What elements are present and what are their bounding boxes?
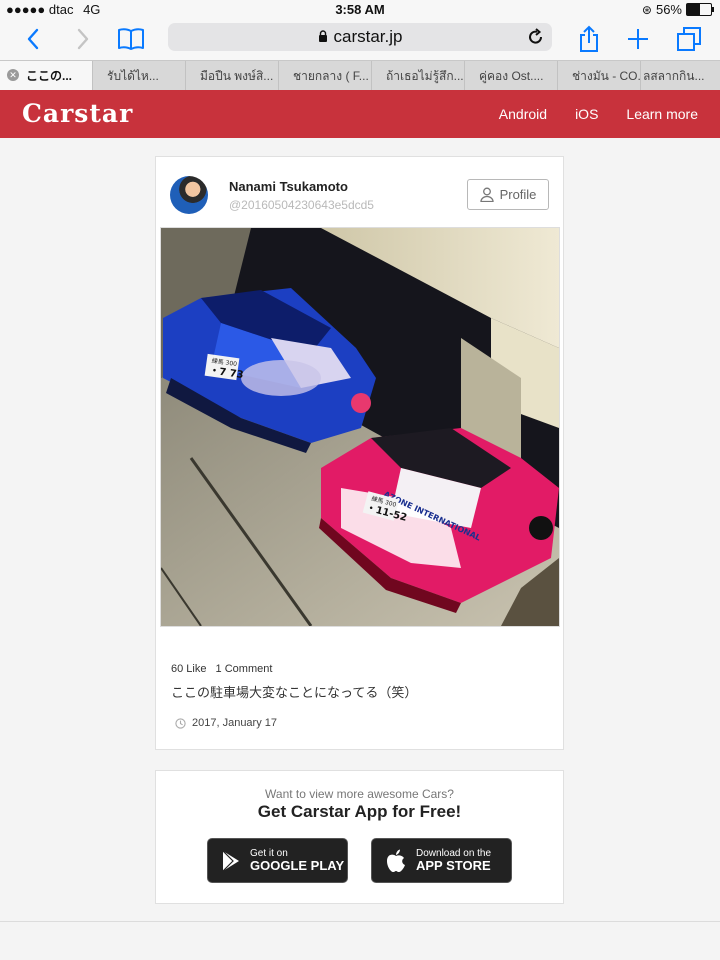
- tab-item[interactable]: มือปืน พงษ์สิ...: [185, 61, 278, 91]
- tab-label: ถ้าเธอไม่รู้สึก...: [386, 69, 464, 83]
- tabs-icon: [677, 27, 701, 51]
- tabs-button[interactable]: [676, 24, 702, 54]
- post-card: Nanami Tsukamoto @20160504230643e5dcd5 P…: [155, 156, 564, 750]
- battery-fill: [687, 4, 701, 15]
- lock-icon: [318, 29, 328, 45]
- post-caption: ここの駐車場大変なことになってる（笑）: [171, 685, 418, 700]
- app-store-label: APP STORE: [416, 857, 491, 873]
- url-text: carstar.jp: [333, 27, 403, 46]
- tab-label: มือปืน พงษ์สิ...: [200, 69, 274, 83]
- nav-link-ios[interactable]: iOS: [575, 106, 598, 122]
- close-tab-icon[interactable]: ✕: [7, 69, 19, 81]
- app-promo: Want to view more awesome Cars? Get Cars…: [155, 770, 564, 904]
- bookmarks-button[interactable]: [116, 24, 146, 54]
- orientation-lock-icon: ⊛: [641, 2, 652, 17]
- post-date: 2017, January 17: [192, 717, 278, 729]
- forward-arrow-icon: [77, 28, 89, 50]
- tab-item[interactable]: ลสลากกิน...: [640, 61, 720, 91]
- profile-button-label: Profile: [499, 187, 537, 202]
- tab-label: ชายกลาง ( F...: [293, 69, 369, 83]
- profile-button[interactable]: Profile: [467, 179, 549, 210]
- google-play-button[interactable]: Get it on GOOGLE PLAY: [207, 838, 348, 883]
- promo-title: Get Carstar App for Free!: [257, 802, 462, 821]
- share-icon: [580, 25, 598, 52]
- post-photo[interactable]: 練馬 300 ・7 73 AZONE INTERNATIONAL 練馬 300 …: [160, 227, 560, 627]
- nav-link-learn-more[interactable]: Learn more: [626, 106, 698, 122]
- site-header: Carstar Android iOS Learn more: [0, 90, 720, 138]
- forward-button[interactable]: [72, 24, 94, 54]
- battery-percent: 56%: [655, 2, 682, 17]
- reload-icon: [529, 28, 543, 44]
- tab-item[interactable]: ช่างมัน - CO...: [557, 61, 640, 91]
- tab-label: รับได้ไห...: [107, 69, 159, 83]
- nav-link-android[interactable]: Android: [499, 106, 547, 122]
- post-date-row: 2017, January 17: [175, 717, 277, 729]
- tab-item[interactable]: คู่คอง Ost....: [464, 61, 557, 91]
- tab-item[interactable]: รับได้ไห...: [92, 61, 185, 91]
- post-stats: 60 Like 1 Comment: [171, 663, 278, 675]
- clock-icon: [175, 717, 186, 729]
- photo-illustration: 練馬 300 ・7 73 AZONE INTERNATIONAL 練馬 300 …: [161, 228, 559, 626]
- back-button[interactable]: [22, 24, 44, 54]
- user-name[interactable]: Nanami Tsukamoto: [229, 179, 348, 194]
- tab-label: ช่างมัน - CO...: [572, 69, 640, 83]
- status-bar: ●●●●● dtac 4G 3:58 AM ⊛ 56%: [0, 0, 720, 20]
- comment-count[interactable]: 1 Comment: [216, 663, 273, 675]
- tab-item[interactable]: ชายกลาง ( F...: [278, 61, 371, 91]
- site-nav: Android iOS Learn more: [499, 90, 698, 138]
- app-store-button[interactable]: Download on the APP STORE: [371, 838, 512, 883]
- page-divider: [0, 921, 720, 922]
- new-tab-button[interactable]: [626, 24, 650, 54]
- user-handle: @20160504230643e5dcd5: [229, 198, 374, 212]
- tab-label: ลสลากกิน...: [643, 69, 705, 83]
- browser-toolbar: carstar.jp: [0, 20, 720, 60]
- book-icon: [118, 28, 144, 50]
- share-button[interactable]: [578, 24, 600, 54]
- status-time: 3:58 AM: [335, 2, 385, 17]
- apple-icon: [387, 849, 405, 872]
- google-play-icon: [222, 850, 239, 871]
- tab-item[interactable]: ถ้าเธอไม่รู้สึก...: [371, 61, 464, 91]
- battery-icon: [686, 3, 714, 16]
- site-logo[interactable]: Carstar: [22, 99, 133, 128]
- address-bar[interactable]: carstar.jp: [168, 23, 552, 51]
- reload-button[interactable]: [528, 28, 544, 51]
- tab-active[interactable]: ✕ ここの...: [0, 61, 92, 91]
- tab-bar: ✕ ここの... รับได้ไห... มือปืน พงษ์สิ... ชา…: [0, 60, 720, 91]
- tab-label: ここの...: [26, 69, 73, 83]
- user-icon: [479, 187, 494, 202]
- tab-label: คู่คอง Ost....: [479, 69, 544, 83]
- status-right: ⊛ 56%: [641, 2, 714, 17]
- back-arrow-icon: [27, 28, 39, 50]
- plus-icon: [628, 29, 648, 49]
- like-count[interactable]: 60 Like: [171, 663, 206, 675]
- avatar[interactable]: [170, 176, 208, 214]
- promo-subtitle: Want to view more awesome Cars?: [265, 787, 454, 801]
- google-play-label: GOOGLE PLAY: [250, 857, 345, 873]
